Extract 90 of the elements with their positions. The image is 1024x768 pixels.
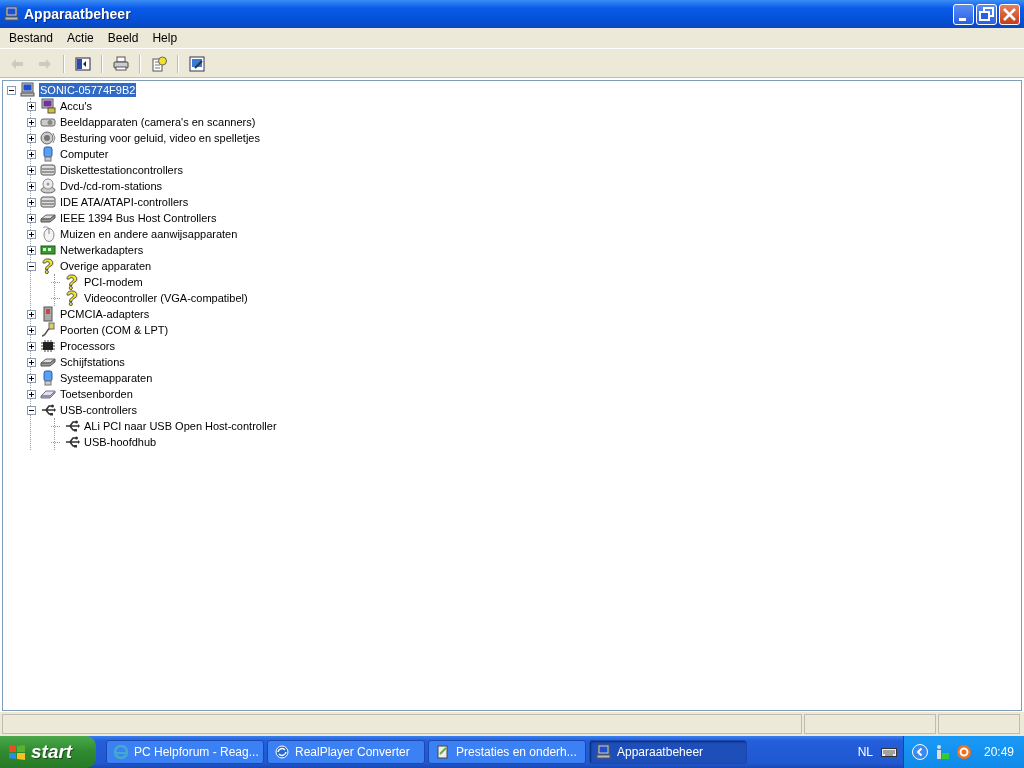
expand-toggle[interactable] <box>27 197 36 207</box>
taskbar-button[interactable]: PC Helpforum - Reag... <box>106 740 264 764</box>
expand-toggle[interactable] <box>27 229 36 239</box>
keyboard-icon[interactable] <box>880 746 897 758</box>
expand-toggle[interactable] <box>27 101 36 111</box>
tree-item-label[interactable]: ALi PCI naar USB Open Host-controller <box>83 419 278 433</box>
properties-icon <box>189 56 205 72</box>
expand-toggle[interactable] <box>27 389 36 399</box>
port-device-icon <box>40 322 56 338</box>
tree-item-label[interactable]: USB-hoofdhub <box>83 435 158 449</box>
tree-item-label[interactable]: Computer <box>59 147 110 161</box>
tree-item-label[interactable]: Processors <box>59 339 117 353</box>
app-icon <box>4 6 20 22</box>
battery-device-icon <box>40 98 56 114</box>
monitor-device-icon <box>40 370 56 386</box>
tree-item-label[interactable]: Overige apparaten <box>59 259 153 273</box>
tree-item-label[interactable]: SONIC-05774F9B2 <box>39 83 137 97</box>
converter-icon <box>274 744 290 760</box>
expand-toggle[interactable] <box>7 85 16 95</box>
expand-toggle[interactable] <box>27 309 36 319</box>
chevron-left-icon[interactable] <box>911 744 928 760</box>
tree-item-label[interactable]: PCI-modem <box>83 275 144 289</box>
expand-toggle[interactable] <box>27 213 36 223</box>
tree-item-label[interactable]: Poorten (COM & LPT) <box>59 323 170 337</box>
language-indicator[interactable]: NL <box>857 745 873 759</box>
tree-item-label[interactable]: Accu's <box>59 99 94 113</box>
menu-item[interactable]: Beeld <box>100 29 146 47</box>
usb-device-icon <box>64 418 80 434</box>
expand-toggle[interactable] <box>27 405 36 415</box>
menu-item[interactable]: Help <box>145 29 185 47</box>
expand-toggle[interactable] <box>27 245 36 255</box>
console-tree-icon <box>75 56 91 72</box>
expand-toggle[interactable] <box>27 373 36 383</box>
tree-item-label[interactable]: Beeldapparaten (camera's en scanners) <box>59 115 257 129</box>
minimize-button[interactable] <box>953 3 974 25</box>
start-button[interactable]: start <box>0 736 96 768</box>
unknown-device-icon <box>64 290 80 306</box>
tree-item-label[interactable]: Videocontroller (VGA-compatibel) <box>83 291 249 305</box>
expand-toggle[interactable] <box>27 133 36 143</box>
usb-device-icon <box>64 434 80 450</box>
expand-toggle[interactable] <box>27 181 36 191</box>
expand-toggle[interactable] <box>27 261 36 271</box>
tree-item-label[interactable]: Besturing voor geluid, video en spelletjes <box>59 131 261 145</box>
tree-item-label[interactable]: Dvd-/cd-rom-stations <box>59 179 164 193</box>
unknown-device-icon <box>40 258 56 274</box>
tree-item-label[interactable]: USB-controllers <box>59 403 139 417</box>
taskbar-button[interactable]: RealPlayer Converter <box>267 740 425 764</box>
windows-logo-icon <box>8 743 26 761</box>
tree-item-label[interactable]: IEEE 1394 Bus Host Controllers <box>59 211 218 225</box>
sound-device-icon <box>40 130 56 146</box>
cpu-device-icon <box>40 338 56 354</box>
tree-item-label[interactable]: PCMCIA-adapters <box>59 307 151 321</box>
network-device-icon <box>40 242 56 258</box>
expand-toggle[interactable] <box>27 325 36 335</box>
taskbar-button[interactable]: Prestaties en onderh... <box>428 740 586 764</box>
forward-arrow-icon <box>37 56 53 72</box>
tree-item-label[interactable]: Diskettestationcontrollers <box>59 163 184 177</box>
cdrom-device-icon <box>40 178 56 194</box>
expand-toggle[interactable] <box>27 341 36 351</box>
tree-item-label[interactable]: Systeemapparaten <box>59 371 154 385</box>
tree-item-label[interactable]: Muizen en andere aanwijsapparaten <box>59 227 239 241</box>
menu-item[interactable]: Bestand <box>2 29 61 47</box>
expand-toggle[interactable] <box>27 165 36 175</box>
printer-icon <box>113 56 129 72</box>
menu-item[interactable]: Actie <box>60 29 101 47</box>
help-icon <box>151 56 167 72</box>
controller-device-icon <box>40 162 56 178</box>
browser-icon <box>113 744 129 760</box>
tree-item-label[interactable]: Netwerkadapters <box>59 243 145 257</box>
minimize-icon <box>959 17 966 21</box>
expand-toggle[interactable] <box>27 357 36 367</box>
restore-button[interactable] <box>976 3 997 25</box>
ring-icon[interactable] <box>955 744 972 760</box>
window-title: Apparaatbeheer <box>24 6 132 22</box>
taskbar-button[interactable]: Apparaatbeheer <box>589 740 747 764</box>
usb-device-icon <box>40 402 56 418</box>
close-button[interactable] <box>999 3 1020 25</box>
computer-device-icon <box>20 82 36 98</box>
expand-toggle[interactable] <box>27 149 36 159</box>
mouse-device-icon <box>40 226 56 242</box>
clock: 20:49 <box>983 745 1014 759</box>
controller-device-icon <box>40 194 56 210</box>
pcmcia-device-icon <box>40 306 56 322</box>
computer-icon <box>596 744 612 760</box>
tree-item-label[interactable]: Toetsenborden <box>59 387 134 401</box>
tree-item-label[interactable]: Schijfstations <box>59 355 126 369</box>
monitor-device-icon <box>40 146 56 162</box>
tree-item-label[interactable]: IDE ATA/ATAPI-controllers <box>59 195 190 209</box>
expand-toggle[interactable] <box>27 117 36 127</box>
unknown-device-icon <box>64 274 80 290</box>
